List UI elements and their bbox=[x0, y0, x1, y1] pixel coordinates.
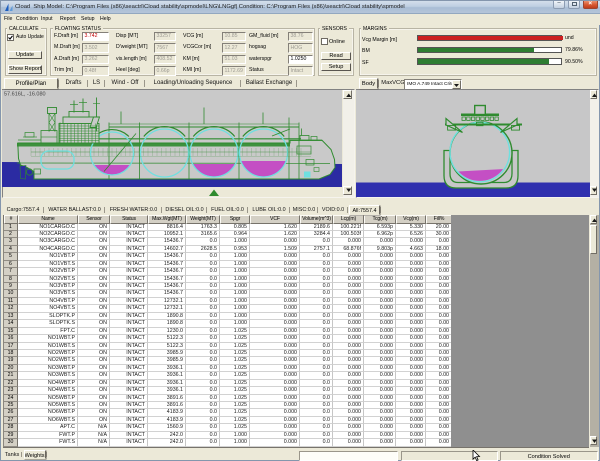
svg-text:57.616L, -16.080: 57.616L, -16.080 bbox=[4, 91, 46, 97]
